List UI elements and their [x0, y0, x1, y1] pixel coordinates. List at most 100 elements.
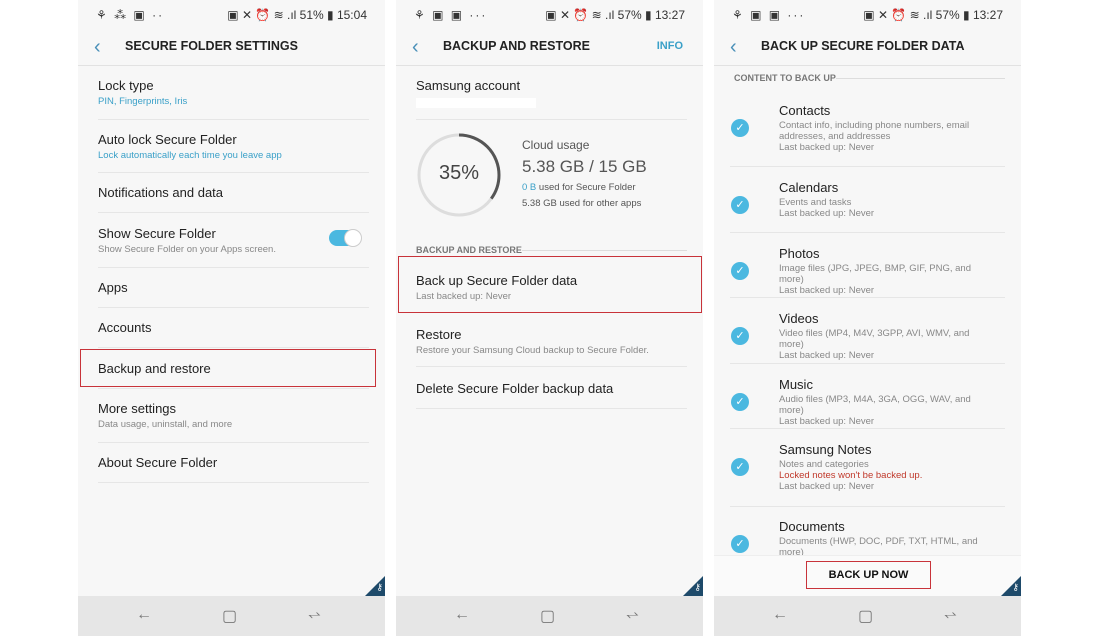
divider: [730, 506, 1005, 507]
back-icon[interactable]: ‹: [94, 36, 101, 59]
page-title: SECURE FOLDER SETTINGS: [125, 39, 298, 53]
status-bar: ⚘ ⁂ ▣ ·· ▣ ✕ ⏰ ≋ .ıl 51% ▮ 15:04: [78, 0, 385, 28]
nav-home-icon[interactable]: ▢: [858, 606, 873, 626]
content-item[interactable]: Music Audio files (MP3, M4A, 3GA, OGG, WA…: [779, 377, 1005, 427]
item-title: Auto lock Secure Folder: [98, 132, 237, 147]
checkbox-contacts[interactable]: ✓: [731, 119, 749, 137]
content-item[interactable]: Samsung Notes Notes and categories Locked …: [779, 442, 1005, 492]
item-subtitle: PIN, Fingerprints, Iris: [98, 96, 188, 107]
secure-folder-usage: 0 B used for Secure Folder: [522, 182, 636, 193]
nav-back-icon[interactable]: ←: [136, 606, 152, 624]
secure-text: used for Secure Folder: [538, 182, 636, 193]
secure-folder-key-icon: ⚷: [683, 576, 703, 596]
content-item[interactable]: Photos Image files (JPG, JPEG, BMP, GIF, …: [779, 246, 1005, 296]
nav-home-icon[interactable]: ▢: [540, 606, 555, 626]
content-item[interactable]: Videos Video files (MP4, M4V, 3GPP, AVI, …: [779, 311, 1005, 361]
divider: [730, 166, 1005, 167]
status-bar: ⚘ ▣ ▣ ··· ▣ ✕ ⏰ ≋ .ıl 57% ▮ 13:27: [714, 0, 1021, 28]
item-subtitle: Data usage, uninstall, and more: [98, 419, 233, 430]
backup-item-2[interactable]: Delete Secure Folder backup data: [416, 381, 687, 409]
show-folder-toggle[interactable]: [329, 229, 362, 247]
checkbox-photos[interactable]: ✓: [731, 262, 749, 280]
divider: [730, 297, 1005, 298]
checkbox-music[interactable]: ✓: [731, 393, 749, 411]
header: ‹ BACK UP SECURE FOLDER DATA: [714, 32, 1021, 66]
back-icon[interactable]: ‹: [730, 36, 737, 59]
nav-home-icon[interactable]: ▢: [222, 606, 237, 626]
samsung-account-item[interactable]: Samsung account: [416, 78, 687, 120]
section-header: CONTENT TO BACK UP: [734, 73, 836, 83]
status-icons-right: ▣ ✕ ⏰ ≋ .ıl 57% ▮ 13:27: [545, 8, 685, 22]
item-subtitle: Image files (JPG, JPEG, BMP, GIF, PNG, a…: [779, 263, 971, 285]
item-subtitle: Restore your Samsung Cloud backup to Sec…: [416, 345, 649, 356]
settings-item-notifications-and-data[interactable]: Notifications and data: [98, 185, 369, 213]
nav-back-icon[interactable]: ←: [772, 606, 788, 624]
nav-recent-icon[interactable]: ⥋: [944, 606, 957, 624]
status-icons-right: ▣ ✕ ⏰ ≋ .ıl 51% ▮ 15:04: [227, 8, 367, 22]
item-subtitle: Lock automatically each time you leave a…: [98, 150, 282, 161]
checkbox-documents[interactable]: ✓: [731, 535, 749, 553]
item-title: Contacts: [779, 103, 831, 118]
content-item[interactable]: Calendars Events and tasks Last backed up:…: [779, 180, 1005, 219]
checkbox-videos[interactable]: ✓: [731, 327, 749, 345]
item-subtitle: Audio files (MP3, M4A, 3GA, OGG, WAV, an…: [779, 394, 971, 416]
checkbox-calendars[interactable]: ✓: [731, 196, 749, 214]
item-title: Samsung account: [416, 78, 521, 93]
item-title: Notifications and data: [98, 185, 224, 200]
nav-recent-icon[interactable]: ⥋: [308, 606, 321, 624]
item-subtitle: Notes and categories: [779, 459, 869, 470]
status-icons-left: ⚘ ⁂ ▣ ··: [96, 8, 165, 22]
item-subtitle: Video files (MP4, M4V, 3GPP, AVI, WMV, a…: [779, 328, 970, 350]
page-title: BACKUP AND RESTORE: [443, 39, 591, 53]
highlight-box: [398, 256, 702, 313]
divider: [730, 428, 1005, 429]
account-redacted: [416, 98, 536, 108]
phone-secure-folder-settings: ⚘ ⁂ ▣ ·· ▣ ✕ ⏰ ≋ .ıl 51% ▮ 15:04 ‹ SECURE …: [78, 0, 385, 636]
backup-item-1[interactable]: Restore Restore your Samsung Cloud backup…: [416, 327, 687, 367]
divider: [836, 78, 1005, 79]
item-title: Delete Secure Folder backup data: [416, 381, 614, 396]
divider: [730, 232, 1005, 233]
item-last-backup: Last backed up: Never: [779, 208, 875, 219]
back-up-now-button[interactable]: BACK UP NOW: [806, 561, 931, 589]
secure-amount: 0 B: [522, 182, 537, 193]
item-title: Lock type: [98, 78, 154, 93]
item-title: About Secure Folder: [98, 455, 218, 470]
header: ‹ SECURE FOLDER SETTINGS: [78, 32, 385, 66]
settings-item-accounts[interactable]: Accounts: [98, 320, 369, 348]
nav-recent-icon[interactable]: ⥋: [626, 606, 639, 624]
settings-item-auto-lock-secure-folder[interactable]: Auto lock Secure Folder Lock automaticall…: [98, 132, 369, 173]
item-title: Samsung Notes: [779, 442, 872, 457]
item-title: Apps: [98, 280, 128, 295]
item-warning: Locked notes won't be backed up.: [779, 470, 923, 481]
settings-item-about-secure-folder[interactable]: About Secure Folder: [98, 455, 369, 483]
nav-bar: ← ▢ ⥋: [714, 596, 1021, 636]
phone-backup-restore: ⚘ ▣ ▣ ··· ▣ ✕ ⏰ ≋ .ıl 57% ▮ 13:27 ‹ BACKUP…: [396, 0, 703, 636]
item-subtitle: Contact info, including phone numbers, e…: [779, 120, 970, 142]
back-icon[interactable]: ‹: [412, 36, 419, 59]
cloud-usage-label: Cloud usage: [522, 138, 590, 152]
item-subtitle: Events and tasks: [779, 197, 852, 208]
checkbox-samsung-notes[interactable]: ✓: [731, 458, 749, 476]
info-button[interactable]: INFO: [657, 40, 683, 52]
divider: [730, 363, 1005, 364]
content-item[interactable]: Contacts Contact info, including phone nu…: [779, 103, 1005, 153]
settings-item-apps[interactable]: Apps: [98, 280, 369, 308]
bottom-bar: BACK UP NOW: [714, 555, 1021, 596]
settings-item-show-secure-folder[interactable]: Show Secure Folder Show Secure Folder on …: [98, 226, 369, 268]
cloud-usage-total: 5.38 GB / 15 GB: [522, 157, 647, 176]
highlight-box: [80, 349, 376, 387]
item-subtitle: Show Secure Folder on your Apps screen.: [98, 244, 276, 255]
settings-item-more-settings[interactable]: More settings Data usage, uninstall, and …: [98, 401, 369, 443]
phone-back-up-data: ⚘ ▣ ▣ ··· ▣ ✕ ⏰ ≋ .ıl 57% ▮ 13:27 ‹ BACK U…: [714, 0, 1021, 636]
toggle-knob: [344, 229, 362, 247]
nav-bar: ← ▢ ⥋: [396, 596, 703, 636]
item-last-backup: Last backed up: Never: [779, 142, 875, 153]
settings-item-lock-type[interactable]: Lock type PIN, Fingerprints, Iris: [98, 78, 369, 120]
item-last-backup: Last backed up: Never: [779, 285, 875, 296]
secure-folder-key-icon: ⚷: [1001, 576, 1021, 596]
nav-back-icon[interactable]: ←: [454, 606, 470, 624]
usage-percent: 35%: [438, 162, 480, 184]
status-bar: ⚘ ▣ ▣ ··· ▣ ✕ ⏰ ≋ .ıl 57% ▮ 13:27: [396, 0, 703, 28]
item-title: Music: [779, 377, 813, 392]
